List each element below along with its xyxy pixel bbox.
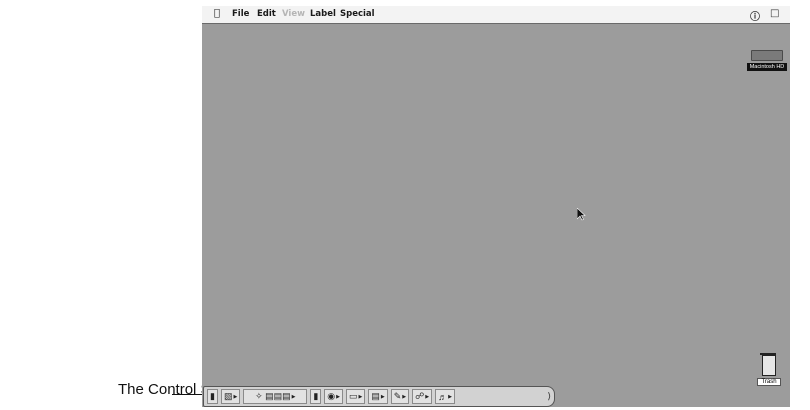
hard-disk-icon[interactable]: [751, 50, 783, 61]
menu-edit[interactable]: Edit: [257, 9, 276, 19]
strip-collapse-tab-icon[interactable]: ▮: [207, 389, 218, 404]
trash-icon[interactable]: [760, 353, 776, 376]
strip-end-tab-icon[interactable]: ⟩: [547, 391, 551, 402]
trash-label[interactable]: Trash: [757, 378, 781, 386]
trash-item[interactable]: Trash: [757, 353, 781, 386]
sound-volume-icon[interactable]: ♬ ▶: [435, 389, 455, 404]
control-strip: ▮ ▧ ▶ ✧ ▤▤▤ ▶ ▮ ◉ ▶ ▭ ▶ ▤ ▶ ✎ ▶ ☍ ▶ ♬ ▶ ⟩: [203, 386, 555, 407]
monitor-bit-depth-icon[interactable]: ▧ ▶: [220, 389, 241, 404]
hard-disk-label[interactable]: Macintosh HD: [747, 63, 787, 71]
cd-player-icon[interactable]: ◉ ▶: [324, 389, 343, 404]
help-icon[interactable]: ⓘ: [750, 8, 760, 23]
application-menu-icon[interactable]: □: [770, 8, 779, 19]
monitor-resolution-icon[interactable]: ▭ ▶: [346, 389, 366, 404]
battery-monitor-icon[interactable]: ▮: [310, 389, 322, 404]
menu-file[interactable]: File: [232, 9, 249, 19]
apple-logo-icon[interactable]: : [214, 8, 220, 19]
menu-bar:  File Edit View Label Special ⓘ □: [202, 6, 790, 24]
menu-special[interactable]: Special: [340, 9, 375, 19]
file-sharing-icon[interactable]: ✎ ▶: [390, 389, 410, 404]
mac-desktop-screen:  File Edit View Label Special ⓘ □ Macin…: [202, 6, 790, 407]
menu-view[interactable]: View: [282, 9, 305, 19]
hard-disk-item[interactable]: Macintosh HD: [747, 50, 787, 71]
power-settings-icon[interactable]: ☍ ▶: [412, 389, 433, 404]
menu-label[interactable]: Label: [310, 9, 336, 19]
mouse-pointer-icon: [577, 208, 586, 221]
appletalk-switch-icon[interactable]: ✧ ▤▤▤ ▶: [243, 389, 308, 404]
callout-leader-line: [172, 394, 202, 395]
printer-selector-icon[interactable]: ▤ ▶: [368, 389, 388, 404]
